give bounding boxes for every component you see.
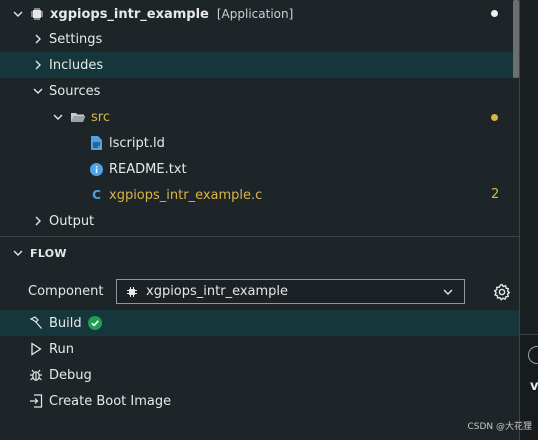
tree-item-output[interactable]: Output: [0, 208, 519, 234]
tree-item-settings[interactable]: Settings: [0, 26, 519, 52]
project-tag: [Application]: [216, 7, 294, 21]
bug-icon: [29, 368, 43, 382]
chip-icon: [30, 7, 44, 21]
modified-dot-icon: [491, 114, 498, 121]
section-divider: [0, 236, 519, 237]
file-name: README.txt: [109, 161, 187, 177]
flow-action-label: Create Boot Image: [49, 393, 172, 409]
component-select[interactable]: xgpiops_intr_example: [116, 279, 465, 304]
play-icon: [29, 342, 43, 356]
chevron-down-icon[interactable]: [12, 8, 24, 20]
tree-item-file[interactable]: C xgpiops_intr_example.c 2: [0, 182, 519, 208]
flow-action-build[interactable]: Build: [0, 310, 519, 336]
check-icon: [87, 316, 102, 330]
flow-section-header[interactable]: FLOW: [0, 240, 519, 266]
tree-item-file[interactable]: lscript.ld: [0, 130, 519, 156]
chevron-right-icon: [32, 33, 44, 45]
tree-item-label: Settings: [49, 31, 103, 47]
gear-icon[interactable]: [493, 283, 511, 301]
flow-action-create-boot-image[interactable]: Create Boot Image: [0, 388, 519, 414]
explorer-panel: xgpiops_intr_example [Application] Setti…: [0, 0, 519, 440]
flow-action-label: Run: [49, 341, 74, 357]
chevron-down-icon: [32, 85, 44, 97]
tree-item-label: Includes: [49, 57, 104, 73]
boot-image-icon: [29, 394, 43, 408]
component-value: xgpiops_intr_example: [146, 284, 289, 299]
component-label: Component: [28, 284, 104, 299]
chevron-down-icon[interactable]: [12, 247, 24, 259]
info-icon: [90, 162, 103, 176]
watermark: CSDN @大花狸: [467, 422, 532, 432]
tree-item-includes[interactable]: Includes: [0, 52, 519, 78]
file-name: lscript.ld: [109, 135, 165, 151]
flow-action-label: Debug: [49, 367, 92, 383]
project-row[interactable]: xgpiops_intr_example [Application]: [0, 1, 519, 27]
c-file-icon: C: [92, 188, 101, 202]
clipped-text: v: [530, 379, 538, 394]
file-name: xgpiops_intr_example.c: [109, 187, 263, 203]
tree-item-file[interactable]: README.txt: [0, 156, 519, 182]
editor-edge: v: [520, 0, 538, 440]
flow-action-label: Build: [49, 315, 82, 331]
tree-item-label: Output: [49, 213, 95, 229]
chip-icon: [126, 286, 138, 298]
folder-open-icon: [70, 110, 86, 124]
flow-action-debug[interactable]: Debug: [0, 362, 519, 388]
tree-item-label: Sources: [49, 83, 101, 99]
flow-action-run[interactable]: Run: [0, 336, 519, 362]
project-name: xgpiops_intr_example: [50, 6, 209, 22]
tree-item-label: src: [91, 109, 110, 125]
problem-count-badge: 2: [491, 187, 500, 202]
unsaved-dot-icon: [491, 10, 498, 17]
chevron-right-icon: [32, 59, 44, 71]
hammer-icon: [29, 316, 43, 330]
chevron-right-icon: [32, 215, 44, 227]
tree-item-sources[interactable]: Sources: [0, 78, 519, 104]
chevron-down-icon: [52, 111, 64, 123]
tree-item-src[interactable]: src: [0, 104, 519, 130]
chevron-down-icon: [442, 286, 454, 298]
flow-title: FLOW: [30, 246, 67, 260]
file-icon: [90, 136, 103, 150]
